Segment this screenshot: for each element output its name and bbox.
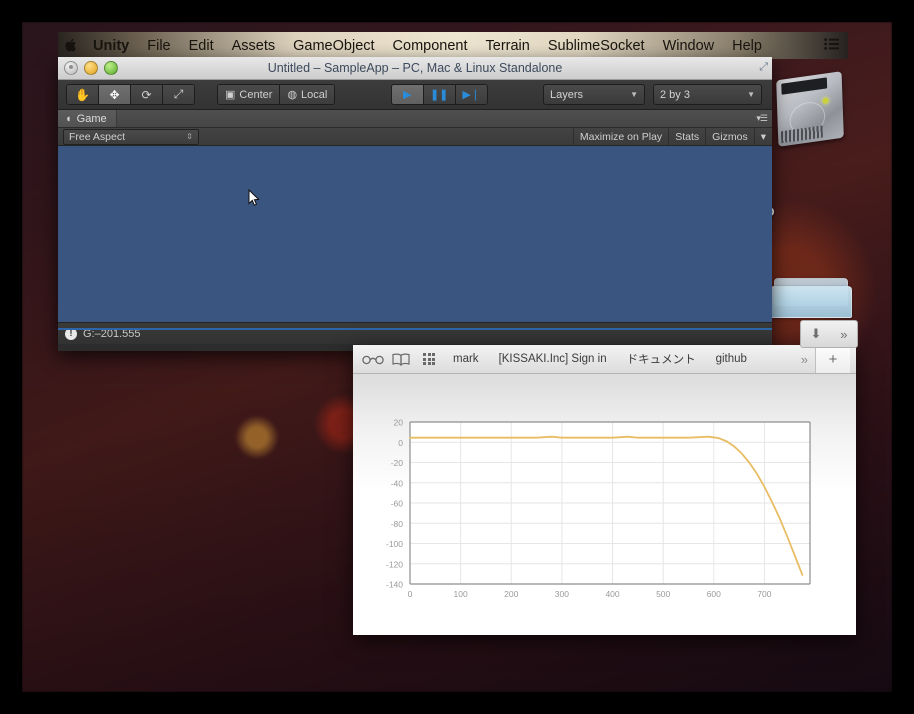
pivot-label: Center: [239, 88, 273, 101]
aspect-ratio-label: Free Aspect: [69, 130, 126, 143]
scale-tool-icon[interactable]: ⤢: [163, 85, 194, 104]
y-tick-label: -20: [391, 458, 404, 468]
chart-plot-group: 200-20-40-60-80-100-120-1400 100 200 300 400…: [386, 418, 811, 599]
x-tick-label: 0: [408, 589, 413, 599]
x-tick-label: 300: [555, 589, 569, 599]
menu-item-gameobject[interactable]: GameObject: [284, 38, 383, 54]
layers-dropdown-label: Layers: [550, 88, 584, 101]
unity-toolbar: ✋ ✥ ⟳ ⤢ ▣ Center ◍ Local ▶ ❚❚ ▶❘ Layers …: [58, 80, 772, 110]
y-tick-label: -80: [391, 519, 404, 529]
play-controls-group: ▶ ❚❚ ▶❘: [390, 84, 488, 105]
game-tab-icon: ◖: [65, 112, 72, 125]
line-chart: 20 0 -20 -40 -60 -80 -100 -120 -140 0 100 200 300 400…: [353, 374, 856, 635]
rotate-tool-icon[interactable]: ⟳: [131, 85, 163, 104]
unity-title-bar[interactable]: Untitled – SampleApp – PC, Mac & Linux S…: [58, 57, 772, 80]
menu-item-component[interactable]: Component: [384, 38, 477, 54]
x-tick-label: 200: [504, 589, 518, 599]
y-tick-label: -100: [386, 539, 403, 549]
tab-game-label: Game: [76, 112, 107, 125]
game-view-right-controls: Maximize on Play Stats Gizmos ▾: [572, 128, 772, 145]
step-button[interactable]: ▶❘: [455, 85, 487, 104]
apps-grid-icon[interactable]: [415, 353, 443, 365]
play-button[interactable]: ▶: [391, 85, 424, 104]
x-tick-label: 700: [757, 589, 771, 599]
x-tick-label: 400: [605, 589, 619, 599]
unity-window: Untitled – SampleApp – PC, Mac & Linux S…: [58, 57, 772, 351]
menu-item-help[interactable]: Help: [723, 38, 771, 54]
bookmarks-overflow-icon[interactable]: »: [794, 352, 815, 367]
y-tick-label: -140: [386, 580, 403, 590]
maximize-on-play-toggle[interactable]: Maximize on Play: [572, 128, 668, 145]
pivot-icon: ▣: [225, 89, 236, 101]
aspect-ratio-dropdown[interactable]: Free Aspect ⇳: [63, 128, 199, 145]
y-tick-label: -120: [386, 559, 403, 569]
layout-dropdown[interactable]: 2 by 3 ▼: [653, 84, 762, 105]
bookmarks-bar: mark [KISSAKI.Inc] Sign in ドキュメント github…: [353, 345, 856, 374]
hard-drive-icon[interactable]: [771, 71, 849, 172]
book-icon[interactable]: [387, 353, 415, 366]
menu-bar: Unity File Edit Assets GameObject Compon…: [58, 32, 848, 59]
game-view-toolbar: Free Aspect ⇳ Maximize on Play Stats Giz…: [58, 128, 772, 146]
y-tick-label: -40: [391, 478, 404, 488]
unity-progress-strip: [58, 328, 772, 330]
x-tick-label: 500: [656, 589, 670, 599]
new-tab-button[interactable]: +: [815, 345, 850, 373]
chevron-down-icon: ▼: [747, 90, 755, 99]
space-label: Local: [301, 88, 328, 101]
space-local-button[interactable]: ◍ Local: [280, 85, 335, 104]
hard-drive-body: [776, 71, 844, 147]
gizmos-chevron-icon[interactable]: ▾: [753, 128, 772, 145]
browser-window: mark [KISSAKI.Inc] Sign in ドキュメント github…: [353, 345, 856, 635]
menu-item-edit[interactable]: Edit: [180, 38, 223, 54]
menu-item-sublimesocket[interactable]: SublimeSocket: [539, 38, 654, 54]
window-title: Untitled – SampleApp – PC, Mac & Linux S…: [267, 61, 563, 75]
tab-game[interactable]: ◖ Game: [58, 110, 117, 127]
game-view-canvas[interactable]: [58, 146, 772, 322]
hard-drive-platter: [787, 97, 828, 140]
unity-status-bar: ! G:–201.555: [58, 322, 772, 344]
reading-glasses-icon[interactable]: [359, 354, 387, 365]
browser-page-content: 20 0 -20 -40 -60 -80 -100 -120 -140 0 100 200 300 400…: [353, 374, 856, 635]
bookmark-github[interactable]: github: [706, 353, 757, 365]
screen: HD Unity File Edit Assets GameObject Com…: [0, 0, 914, 714]
bookmark-document[interactable]: ドキュメント: [617, 351, 706, 367]
bookmark-kissaki-sign-in[interactable]: [KISSAKI.Inc] Sign in: [489, 353, 617, 365]
download-icon: ⬇: [810, 326, 822, 341]
chevron-down-icon: ▼: [630, 90, 638, 99]
menu-item-terrain[interactable]: Terrain: [477, 38, 539, 54]
pause-button[interactable]: ❚❚: [423, 85, 456, 104]
hand-tool-icon[interactable]: ✋: [67, 85, 99, 104]
updown-chevron-icon: ⇳: [186, 132, 193, 141]
pivot-center-button[interactable]: ▣ Center: [218, 85, 281, 104]
stats-toggle[interactable]: Stats: [668, 128, 705, 145]
list-menu-icon[interactable]: [824, 37, 848, 54]
apple-logo-icon[interactable]: [58, 38, 84, 53]
transform-tool-group: ✋ ✥ ⟳ ⤢: [66, 84, 195, 105]
y-tick-label: 0: [398, 438, 403, 448]
unity-tab-row: ◖ Game ▾☰: [58, 110, 772, 128]
x-tick-label: 100: [454, 589, 468, 599]
move-tool-icon[interactable]: ✥: [99, 85, 131, 104]
mouse-cursor: [248, 188, 260, 207]
overflow-chevrons-icon: »: [840, 326, 848, 342]
y-tick-label: -60: [391, 499, 404, 509]
background-window-controls: ⬇ »: [800, 320, 858, 348]
pivot-space-group: ▣ Center ◍ Local: [217, 84, 336, 105]
menu-item-file[interactable]: File: [138, 38, 179, 54]
menu-item-unity[interactable]: Unity: [84, 38, 138, 54]
bookmark-mark[interactable]: mark: [443, 353, 489, 365]
chart-svg: 200-20-40-60-80-100-120-1400 100 200 300 400…: [353, 374, 856, 635]
hard-drive-led: [822, 97, 829, 105]
gizmos-toggle[interactable]: Gizmos: [705, 128, 754, 145]
window-resize-icon[interactable]: ⤢: [759, 61, 768, 74]
y-tick-label: 20: [394, 418, 404, 428]
globe-icon: ◍: [287, 89, 298, 101]
panel-menu-icon[interactable]: ▾☰: [756, 113, 768, 124]
menu-item-assets[interactable]: Assets: [223, 38, 285, 54]
layers-dropdown[interactable]: Layers ▼: [543, 84, 645, 105]
menu-item-window[interactable]: Window: [654, 38, 724, 54]
x-tick-label: 600: [707, 589, 721, 599]
layout-dropdown-label: 2 by 3: [660, 88, 690, 101]
